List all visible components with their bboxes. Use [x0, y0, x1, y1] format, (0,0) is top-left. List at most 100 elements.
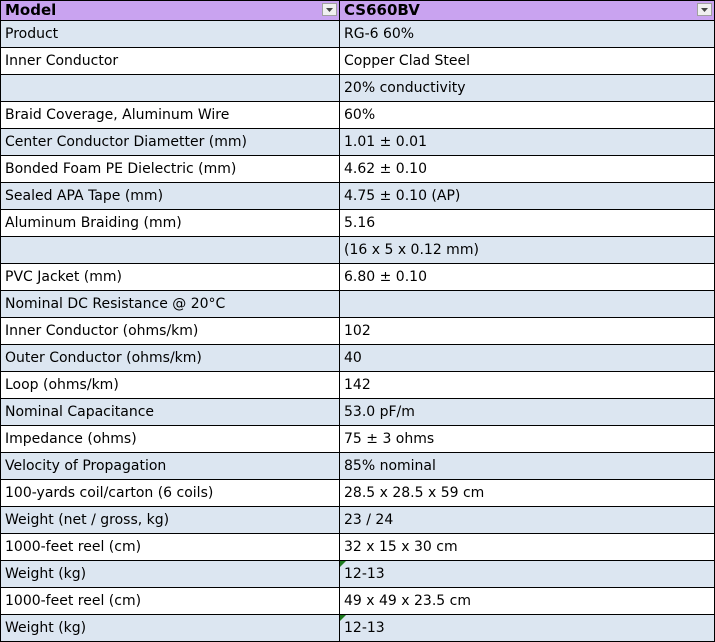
spec-value-cell[interactable] — [339, 290, 715, 318]
table-row: Nominal DC Resistance @ 20°C — [0, 290, 715, 318]
spec-value-text: 40 — [344, 350, 362, 366]
spec-value-text: 23 / 24 — [344, 512, 394, 528]
header-cell-cs660bv[interactable]: CS660BV — [339, 0, 715, 21]
table-row: Loop (ohms/km) 142 — [0, 371, 715, 399]
spec-label-cell[interactable]: Inner Conductor — [0, 47, 340, 75]
spec-value-cell[interactable]: 4.75 ± 0.10 (AP) — [339, 182, 715, 210]
spec-label-cell[interactable]: Center Conductor Diametter (mm) — [0, 128, 340, 156]
spec-label-cell[interactable]: Loop (ohms/km) — [0, 371, 340, 399]
spec-value-cell[interactable]: 1.01 ± 0.01 — [339, 128, 715, 156]
table-row: Velocity of Propagation 85% nominal — [0, 452, 715, 480]
spec-value-cell[interactable]: 12-13 — [339, 560, 715, 588]
spec-value-text: 75 ± 3 ohms — [344, 431, 435, 447]
table-row: 1000-feet reel (cm) 49 x 49 x 23.5 cm — [0, 587, 715, 615]
table-row: Sealed APA Tape (mm) 4.75 ± 0.10 (AP) — [0, 182, 715, 210]
header-label-model: Model — [5, 1, 57, 20]
header-label-cs660bv: CS660BV — [344, 1, 420, 20]
spec-label-cell[interactable]: Product — [0, 20, 340, 48]
spec-label-cell[interactable]: 100-yards coil/carton (6 coils) — [0, 479, 340, 507]
spec-value-cell[interactable]: 28.5 x 28.5 x 59 cm — [339, 479, 715, 507]
table-row: Product RG-6 60% — [0, 20, 715, 48]
table-row: Weight (kg) 12-13 — [0, 560, 715, 588]
spec-table: Model CS660BV Product RG-6 60% Inner Condu… — [0, 0, 715, 642]
spec-value-text: Copper Clad Steel — [344, 53, 471, 69]
spec-value-cell[interactable]: 49 x 49 x 23.5 cm — [339, 587, 715, 615]
table-row: Aluminum Braiding (mm) 5.16 — [0, 209, 715, 237]
spec-label-cell[interactable]: Braid Coverage, Aluminum Wire — [0, 101, 340, 129]
spec-label-cell[interactable]: Weight (kg) — [0, 614, 340, 642]
spec-value-text: 1.01 ± 0.01 — [344, 134, 427, 150]
table-row: Bonded Foam PE Dielectric (mm) 4.62 ± 0.1… — [0, 155, 715, 183]
spec-value-cell[interactable]: 20% conductivity — [339, 74, 715, 102]
error-indicator-icon — [340, 615, 346, 621]
table-row: 20% conductivity — [0, 74, 715, 102]
spec-value-text: 60% — [344, 107, 376, 123]
filter-dropdown-model-button[interactable] — [322, 3, 337, 16]
spec-label-cell[interactable]: Bonded Foam PE Dielectric (mm) — [0, 155, 340, 183]
spec-label-cell[interactable]: Weight (kg) — [0, 560, 340, 588]
spec-value-cell[interactable]: 60% — [339, 101, 715, 129]
spec-value-text: (16 x 5 x 0.12 mm) — [344, 242, 479, 258]
table-row: Braid Coverage, Aluminum Wire 60% — [0, 101, 715, 129]
spec-label-cell[interactable]: 1000-feet reel (cm) — [0, 587, 340, 615]
spec-value-cell[interactable]: Copper Clad Steel — [339, 47, 715, 75]
spec-label-cell[interactable]: PVC Jacket (mm) — [0, 263, 340, 291]
spec-value-text: 20% conductivity — [344, 80, 466, 96]
filter-dropdown-cs660bv-button[interactable] — [697, 3, 712, 16]
spec-value-text: 49 x 49 x 23.5 cm — [344, 593, 471, 609]
error-indicator-icon — [340, 561, 346, 567]
table-row: Inner Conductor (ohms/km) 102 — [0, 317, 715, 345]
table-row: Outer Conductor (ohms/km) 40 — [0, 344, 715, 372]
spec-value-text: 4.75 ± 0.10 (AP) — [344, 188, 461, 204]
spec-value-cell[interactable]: 142 — [339, 371, 715, 399]
dropdown-arrow-icon — [326, 7, 333, 12]
spec-value-cell[interactable]: 4.62 ± 0.10 — [339, 155, 715, 183]
spec-value-cell[interactable]: RG-6 60% — [339, 20, 715, 48]
spec-value-cell[interactable]: 32 x 15 x 30 cm — [339, 533, 715, 561]
spec-value-cell[interactable]: 23 / 24 — [339, 506, 715, 534]
spec-label-cell[interactable]: Impedance (ohms) — [0, 425, 340, 453]
header-cell-model[interactable]: Model — [0, 0, 340, 21]
spec-value-text: RG-6 60% — [344, 26, 415, 42]
table-row: Weight (kg) 12-13 — [0, 614, 715, 642]
spec-value-text: 12-13 — [344, 566, 385, 582]
table-row: (16 x 5 x 0.12 mm) — [0, 236, 715, 264]
table-row: 100-yards coil/carton (6 coils) 28.5 x 28… — [0, 479, 715, 507]
table-row: 1000-feet reel (cm) 32 x 15 x 30 cm — [0, 533, 715, 561]
spec-value-cell[interactable]: 75 ± 3 ohms — [339, 425, 715, 453]
dropdown-arrow-icon — [701, 7, 708, 12]
header-row: Model CS660BV — [0, 0, 715, 21]
spec-label-cell[interactable]: Velocity of Propagation — [0, 452, 340, 480]
spec-label-cell[interactable] — [0, 74, 340, 102]
spec-label-cell[interactable]: Aluminum Braiding (mm) — [0, 209, 340, 237]
spec-label-cell[interactable] — [0, 236, 340, 264]
spec-value-cell[interactable]: 5.16 — [339, 209, 715, 237]
spec-label-cell[interactable]: Sealed APA Tape (mm) — [0, 182, 340, 210]
table-row: Weight (net / gross, kg) 23 / 24 — [0, 506, 715, 534]
table-row: Inner Conductor Copper Clad Steel — [0, 47, 715, 75]
spec-value-cell[interactable]: 40 — [339, 344, 715, 372]
spec-label-cell[interactable]: Nominal DC Resistance @ 20°C — [0, 290, 340, 318]
spec-value-cell[interactable]: 53.0 pF/m — [339, 398, 715, 426]
table-row: Center Conductor Diametter (mm) 1.01 ± 0.… — [0, 128, 715, 156]
spec-value-text: 142 — [344, 377, 371, 393]
spec-label-cell[interactable]: Nominal Capacitance — [0, 398, 340, 426]
spec-value-text: 102 — [344, 323, 371, 339]
spec-value-cell[interactable]: 85% nominal — [339, 452, 715, 480]
spec-value-text: 85% nominal — [344, 458, 436, 474]
table-row: PVC Jacket (mm) 6.80 ± 0.10 — [0, 263, 715, 291]
spec-label-cell[interactable]: 1000-feet reel (cm) — [0, 533, 340, 561]
spec-value-text: 32 x 15 x 30 cm — [344, 539, 458, 555]
spec-value-cell[interactable]: 102 — [339, 317, 715, 345]
table-row: Impedance (ohms) 75 ± 3 ohms — [0, 425, 715, 453]
spec-value-text: 6.80 ± 0.10 — [344, 269, 427, 285]
spec-value-cell[interactable]: 12-13 — [339, 614, 715, 642]
spec-label-cell[interactable]: Weight (net / gross, kg) — [0, 506, 340, 534]
spec-value-text: 28.5 x 28.5 x 59 cm — [344, 485, 485, 501]
spec-value-cell[interactable]: 6.80 ± 0.10 — [339, 263, 715, 291]
spec-label-cell[interactable]: Inner Conductor (ohms/km) — [0, 317, 340, 345]
spec-value-text: 4.62 ± 0.10 — [344, 161, 427, 177]
spec-label-cell[interactable]: Outer Conductor (ohms/km) — [0, 344, 340, 372]
spec-value-text: 5.16 — [344, 215, 376, 231]
spec-value-cell[interactable]: (16 x 5 x 0.12 mm) — [339, 236, 715, 264]
